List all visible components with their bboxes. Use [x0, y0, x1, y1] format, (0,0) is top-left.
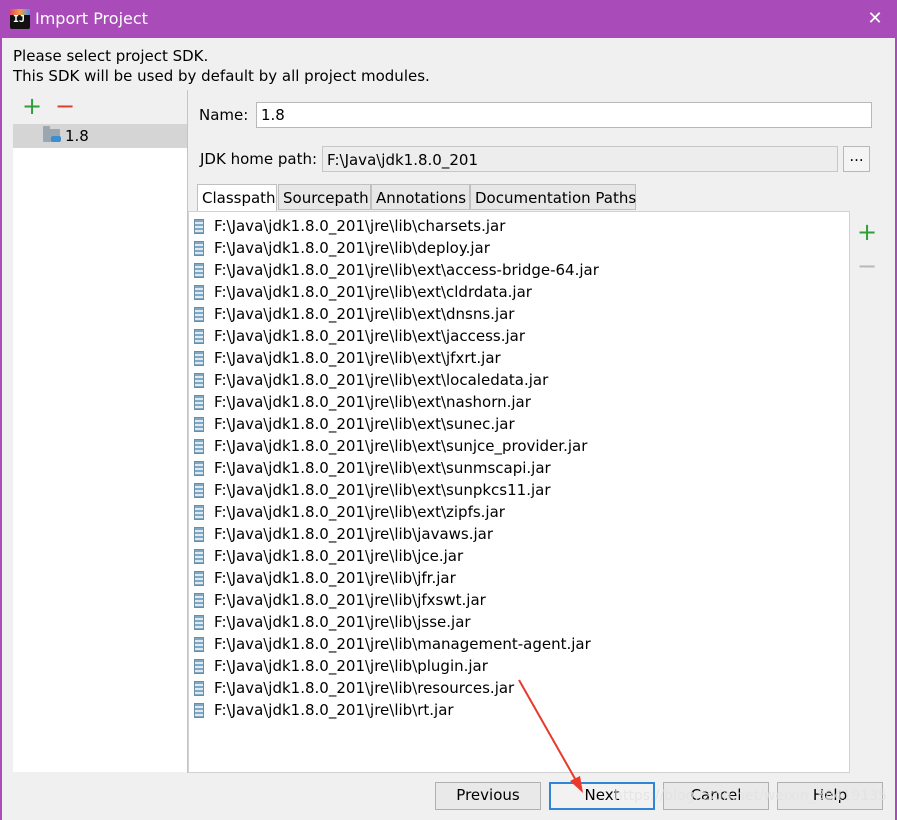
classpath-path: F:\Java\jdk1.8.0_201\jre\lib\resources.j… — [214, 679, 515, 697]
classpath-row[interactable]: F:\Java\jdk1.8.0_201\jre\lib\ext\dnsns.j… — [194, 304, 844, 326]
jdk-home-path-label: JDK home path: — [200, 150, 318, 168]
name-field[interactable] — [256, 102, 872, 128]
jar-file-icon — [194, 241, 204, 256]
jar-file-icon — [194, 417, 204, 432]
window-title: Import Project — [35, 9, 148, 28]
watermark: https://blog.csdn.net/weixin_38419135 — [614, 788, 888, 804]
classpath-row[interactable]: F:\Java\jdk1.8.0_201\jre\lib\ext\nashorn… — [194, 392, 844, 414]
classpath-path: F:\Java\jdk1.8.0_201\jre\lib\jsse.jar — [214, 613, 471, 631]
add-path-icon[interactable]: + — [857, 220, 877, 244]
classpath-path: F:\Java\jdk1.8.0_201\jre\lib\charsets.ja… — [214, 217, 506, 235]
name-label: Name: — [199, 106, 249, 124]
jar-file-icon — [194, 219, 204, 234]
classpath-row[interactable]: F:\Java\jdk1.8.0_201\jre\lib\ext\zipfs.j… — [194, 502, 844, 524]
classpath-row[interactable]: F:\Java\jdk1.8.0_201\jre\lib\ext\sunpkcs… — [194, 480, 844, 502]
remove-sdk-icon[interactable]: − — [54, 94, 76, 118]
classpath-row[interactable]: F:\Java\jdk1.8.0_201\jre\lib\rt.jar — [194, 700, 844, 722]
classpath-path: F:\Java\jdk1.8.0_201\jre\lib\ext\access-… — [214, 261, 599, 279]
classpath-row[interactable]: F:\Java\jdk1.8.0_201\jre\lib\resources.j… — [194, 678, 844, 700]
previous-button[interactable]: Previous — [435, 782, 541, 810]
classpath-row[interactable]: F:\Java\jdk1.8.0_201\jre\lib\management-… — [194, 634, 844, 656]
classpath-row[interactable]: F:\Java\jdk1.8.0_201\jre\lib\ext\localed… — [194, 370, 844, 392]
jar-file-icon — [194, 263, 204, 278]
jar-file-icon — [194, 329, 204, 344]
classpath-path: F:\Java\jdk1.8.0_201\jre\lib\ext\cldrdat… — [214, 283, 532, 301]
classpath-row[interactable]: F:\Java\jdk1.8.0_201\jre\lib\ext\cldrdat… — [194, 282, 844, 304]
description-line-1: Please select project SDK. — [13, 47, 209, 65]
jar-file-icon — [194, 285, 204, 300]
classpath-path: F:\Java\jdk1.8.0_201\jre\lib\management-… — [214, 635, 591, 653]
browse-button[interactable]: ... — [843, 146, 870, 172]
classpath-path: F:\Java\jdk1.8.0_201\jre\lib\ext\dnsns.j… — [214, 305, 515, 323]
classpath-path: F:\Java\jdk1.8.0_201\jre\lib\ext\sunmsca… — [214, 459, 551, 477]
jar-file-icon — [194, 395, 204, 410]
jar-file-icon — [194, 571, 204, 586]
jar-file-icon — [194, 505, 204, 520]
add-sdk-icon[interactable]: + — [21, 94, 43, 118]
jar-file-icon — [194, 483, 204, 498]
jar-file-icon — [194, 461, 204, 476]
window-border-left — [0, 38, 2, 820]
classpath-row[interactable]: F:\Java\jdk1.8.0_201\jre\lib\ext\jaccess… — [194, 326, 844, 348]
jar-file-icon — [194, 373, 204, 388]
classpath-path: F:\Java\jdk1.8.0_201\jre\lib\jfr.jar — [214, 569, 456, 587]
sdk-list-item[interactable]: 1.8 — [13, 124, 187, 148]
classpath-row[interactable]: F:\Java\jdk1.8.0_201\jre\lib\plugin.jar — [194, 656, 844, 678]
jar-file-icon — [194, 637, 204, 652]
classpath-row[interactable]: F:\Java\jdk1.8.0_201\jre\lib\ext\access-… — [194, 260, 844, 282]
classpath-path: F:\Java\jdk1.8.0_201\jre\lib\deploy.jar — [214, 239, 490, 257]
jar-file-icon — [194, 351, 204, 366]
classpath-path: F:\Java\jdk1.8.0_201\jre\lib\ext\sunjce_… — [214, 437, 588, 455]
jar-file-icon — [194, 681, 204, 696]
jdk-home-path-field[interactable]: F:\Java\jdk1.8.0_201 — [322, 146, 838, 172]
classpath-row[interactable]: F:\Java\jdk1.8.0_201\jre\lib\ext\jfxrt.j… — [194, 348, 844, 370]
classpath-row[interactable]: F:\Java\jdk1.8.0_201\jre\lib\charsets.ja… — [194, 216, 844, 238]
classpath-row[interactable]: F:\Java\jdk1.8.0_201\jre\lib\jfxswt.jar — [194, 590, 844, 612]
classpath-row[interactable]: F:\Java\jdk1.8.0_201\jre\lib\javaws.jar — [194, 524, 844, 546]
jar-file-icon — [194, 307, 204, 322]
classpath-path: F:\Java\jdk1.8.0_201\jre\lib\ext\localed… — [214, 371, 549, 389]
classpath-path: F:\Java\jdk1.8.0_201\jre\lib\rt.jar — [214, 701, 454, 719]
jar-file-icon — [194, 703, 204, 718]
tab-documentation-paths[interactable]: Documentation Paths — [470, 184, 636, 210]
classpath-path: F:\Java\jdk1.8.0_201\jre\lib\ext\sunpkcs… — [214, 481, 551, 499]
jar-file-icon — [194, 615, 204, 630]
description-line-2: This SDK will be used by default by all … — [13, 67, 430, 85]
classpath-path: F:\Java\jdk1.8.0_201\jre\lib\ext\nashorn… — [214, 393, 531, 411]
classpath-row[interactable]: F:\Java\jdk1.8.0_201\jre\lib\ext\sunmsca… — [194, 458, 844, 480]
classpath-path: F:\Java\jdk1.8.0_201\jre\lib\javaws.jar — [214, 525, 494, 543]
classpath-path: F:\Java\jdk1.8.0_201\jre\lib\ext\jaccess… — [214, 327, 526, 345]
classpath-path: F:\Java\jdk1.8.0_201\jre\lib\ext\zipfs.j… — [214, 503, 505, 521]
classpath-path: F:\Java\jdk1.8.0_201\jre\lib\ext\jfxrt.j… — [214, 349, 501, 367]
classpath-row[interactable]: F:\Java\jdk1.8.0_201\jre\lib\jfr.jar — [194, 568, 844, 590]
jar-file-icon — [194, 527, 204, 542]
sdk-item-label: 1.8 — [65, 127, 89, 145]
title-bar: IJ Import Project ✕ — [0, 0, 897, 38]
classpath-row[interactable]: F:\Java\jdk1.8.0_201\jre\lib\ext\sunec.j… — [194, 414, 844, 436]
classpath-row[interactable]: F:\Java\jdk1.8.0_201\jre\lib\deploy.jar — [194, 238, 844, 260]
classpath-path: F:\Java\jdk1.8.0_201\jre\lib\jce.jar — [214, 547, 464, 565]
jar-file-icon — [194, 549, 204, 564]
classpath-path: F:\Java\jdk1.8.0_201\jre\lib\plugin.jar — [214, 657, 488, 675]
jar-file-icon — [194, 439, 204, 454]
jar-file-icon — [194, 593, 204, 608]
remove-path-icon: − — [857, 252, 878, 280]
sdk-folder-icon — [43, 126, 61, 142]
classpath-list: F:\Java\jdk1.8.0_201\jre\lib\charsets.ja… — [188, 211, 850, 773]
classpath-row[interactable]: F:\Java\jdk1.8.0_201\jre\lib\jce.jar — [194, 546, 844, 568]
tab-classpath[interactable]: Classpath — [197, 184, 277, 212]
classpath-row[interactable]: F:\Java\jdk1.8.0_201\jre\lib\ext\sunjce_… — [194, 436, 844, 458]
tab-sourcepath[interactable]: Sourcepath — [278, 184, 371, 210]
classpath-path: F:\Java\jdk1.8.0_201\jre\lib\jfxswt.jar — [214, 591, 486, 609]
close-icon[interactable]: ✕ — [861, 6, 889, 32]
classpath-path: F:\Java\jdk1.8.0_201\jre\lib\ext\sunec.j… — [214, 415, 515, 433]
jar-file-icon — [194, 659, 204, 674]
sdk-list: 1.8 — [13, 124, 187, 772]
tab-annotations[interactable]: Annotations — [371, 184, 470, 210]
classpath-row[interactable]: F:\Java\jdk1.8.0_201\jre\lib\jsse.jar — [194, 612, 844, 634]
intellij-icon: IJ — [10, 9, 30, 29]
